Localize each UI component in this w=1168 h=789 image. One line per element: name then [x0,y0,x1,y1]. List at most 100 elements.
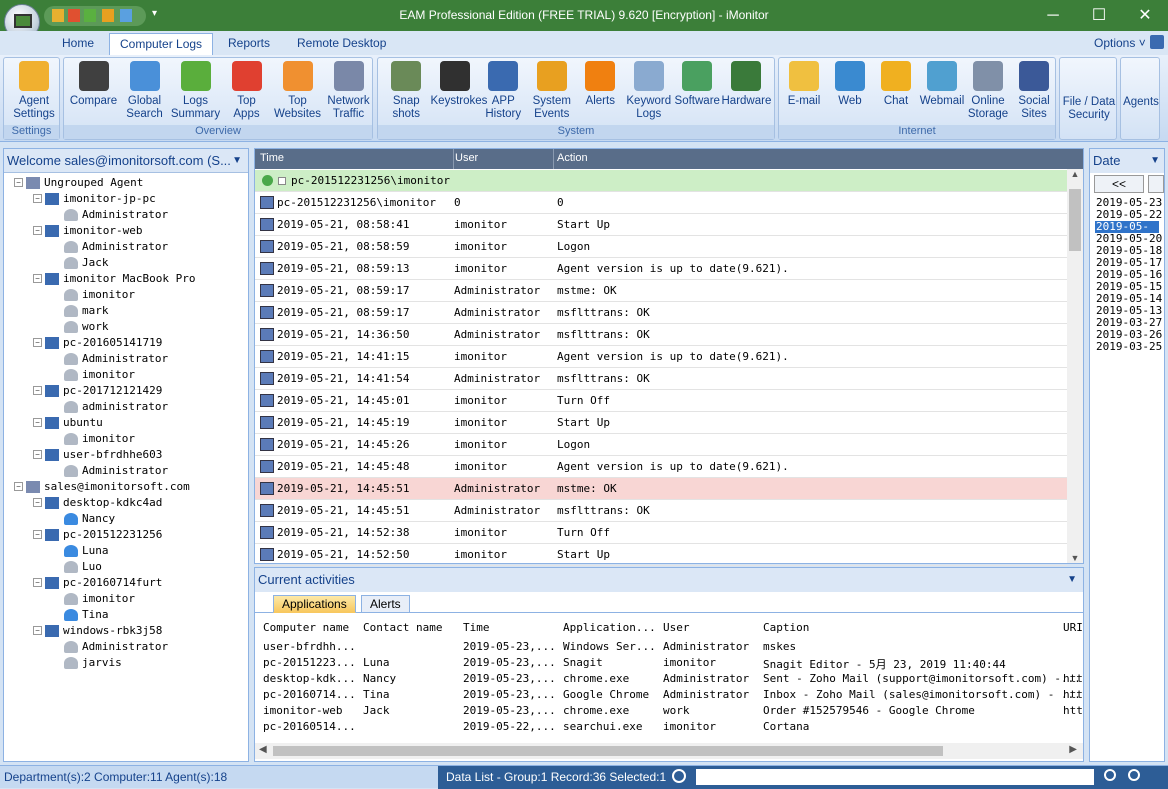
scroll-thumb[interactable] [273,746,943,756]
tree-node[interactable]: Luna [64,543,109,559]
ribbon-button-alerts[interactable]: Alerts [576,61,625,108]
activity-column-header[interactable]: Computer name [263,621,349,634]
next-dates-button[interactable] [1148,175,1164,193]
ribbon-button-webmail[interactable]: Webmail [919,61,965,108]
table-row[interactable]: 2019-05-21, 14:45:48 imonitor Agent versio… [255,456,1067,478]
tree-node[interactable]: imonitor [64,287,135,303]
tree-node[interactable]: imonitor MacBook Pro [45,271,195,287]
tree-node[interactable]: administrator [64,399,168,415]
ribbon-button-file-data[interactable]: File / Data Security [1060,96,1118,122]
tree-node[interactable]: desktop-kdkc4ad [45,495,162,511]
tree-node[interactable]: Administrator [64,239,168,255]
expand-toggle[interactable]: − [33,626,42,635]
tree-node[interactable]: sales@imonitorsoft.com [26,479,190,495]
tree-node[interactable]: imonitor-web [45,223,142,239]
expand-toggle[interactable]: − [14,178,23,187]
ribbon-button-e-mail[interactable]: E-mail [781,61,827,108]
activity-column-header[interactable]: Time [463,621,490,634]
ribbon-button-software[interactable]: Software [673,61,722,108]
activity-column-header[interactable]: Application... [563,621,656,634]
ribbon-button-logs-summary[interactable]: Logs Summary [170,61,221,121]
activity-column-header[interactable]: Contact name [363,621,442,634]
dropdown-arrow-icon[interactable]: ▼ [232,149,242,173]
zoom-in-icon[interactable] [1104,769,1116,781]
expand-toggle[interactable]: − [33,386,42,395]
tree-node[interactable]: pc-201605141719 [45,335,162,351]
table-row[interactable]: 2019-05-21, 08:59:17 Administrator mstme: … [255,280,1067,302]
tree-node[interactable]: Luo [64,559,102,575]
table-row[interactable]: 2019-05-21, 14:36:50 Administrator msflttr… [255,324,1067,346]
ribbon-button-top-websites[interactable]: Top Websites [272,61,323,121]
tree-node[interactable]: pc-201712121429 [45,383,162,399]
activities-header[interactable]: Current activities ▼ [255,568,1083,592]
tab-home[interactable]: Home [52,33,104,55]
table-row[interactable]: 2019-05-21, 14:45:01 imonitor Turn Off [255,390,1067,412]
scroll-left-icon[interactable]: ◀ [259,744,267,755]
tab-remote-desktop[interactable]: Remote Desktop [287,33,396,55]
scroll-thumb[interactable] [1069,189,1081,251]
ribbon-button-top-apps[interactable]: Top Apps [221,61,272,121]
table-row[interactable]: 2019-05-21, 14:45:51 Administrator msflttr… [255,500,1067,522]
dropdown-arrow-icon[interactable]: ▼ [1150,149,1160,173]
table-row[interactable]: pc-201512231256\imonitor 0 0 [255,192,1067,214]
col-user[interactable]: User [455,152,478,164]
activity-column-header[interactable]: User [663,621,690,634]
expand-toggle[interactable]: − [14,482,23,491]
scroll-up-icon[interactable]: ▲ [1067,169,1083,179]
ribbon-button-keystrokes[interactable]: Keystrokes [431,61,487,108]
tree-node[interactable]: ubuntu [45,415,103,431]
tree-node[interactable]: Administrator [64,463,168,479]
ribbon-button-social-sites[interactable]: Social Sites [1011,61,1057,121]
activity-column-header[interactable]: URI [1063,621,1083,634]
ribbon-button-system-events[interactable]: System Events [528,61,577,121]
activity-column-header[interactable]: Caption [763,621,809,634]
ribbon-button-web[interactable]: Web [827,61,873,108]
table-row[interactable]: 2019-05-21, 14:45:26 imonitor Logon [255,434,1067,456]
table-row[interactable]: 2019-05-21, 08:59:17 Administrator msflttr… [255,302,1067,324]
tree-node[interactable]: pc-20160714furt [45,575,162,591]
tree-node[interactable]: Jack [64,255,109,271]
vertical-scrollbar[interactable]: ▲ ▼ [1067,169,1083,563]
tree-node[interactable]: Administrator [64,351,168,367]
expand-toggle[interactable]: − [33,578,42,587]
ribbon-button-network-traffic[interactable]: Network Traffic [323,61,374,121]
scroll-right-icon[interactable]: ▶ [1069,744,1077,755]
tree-node[interactable]: Ungrouped Agent [26,175,143,191]
table-row[interactable]: 2019-05-21, 08:59:13 imonitor Agent versio… [255,258,1067,280]
tree-node[interactable]: windows-rbk3j58 [45,623,162,639]
tree-node[interactable]: imonitor [64,431,135,447]
table-row[interactable]: 2019-05-21, 14:52:38 imonitor Turn Off [255,522,1067,544]
ribbon-button-agents[interactable]: Agents [1121,96,1161,109]
tree-node[interactable]: pc-201512231256 [45,527,162,543]
expand-toggle[interactable]: − [33,418,42,427]
ribbon-button-keyword-logs[interactable]: Keyword Logs [625,61,674,121]
tree-node[interactable]: imonitor [64,591,135,607]
table-row[interactable]: 2019-05-21, 14:41:54 Administrator msflttr… [255,368,1067,390]
tab-alerts[interactable]: Alerts [361,595,410,613]
ribbon-button-hardware[interactable]: Hardware [722,61,771,108]
expand-toggle[interactable]: − [33,530,42,539]
ribbon-button-app-history[interactable]: APP History [479,61,528,121]
table-row[interactable]: 2019-05-21, 14:45:19 imonitor Start Up [255,412,1067,434]
date-item[interactable]: 2019-03-25 [1096,341,1162,353]
table-row[interactable]: 2019-05-21, 14:45:51 Administrator mstme: … [255,478,1067,500]
expand-toggle[interactable]: − [33,274,42,283]
collapse-icon[interactable] [278,177,286,185]
minimize-button[interactable]: ─ [1030,0,1076,31]
ribbon-button-global-search[interactable]: Global Search [119,61,170,121]
table-row[interactable]: 2019-05-21, 14:52:50 imonitor Start Up [255,544,1067,566]
tree-node[interactable]: work [64,319,109,335]
ribbon-button-online-storage[interactable]: Online Storage [965,61,1011,121]
tab-reports[interactable]: Reports [218,33,280,55]
table-row[interactable]: 2019-05-21, 08:58:59 imonitor Logon [255,236,1067,258]
table-row[interactable]: 2019-05-21, 14:41:15 imonitor Agent versio… [255,346,1067,368]
expand-toggle[interactable]: − [33,450,42,459]
zoom-out-icon[interactable] [1128,769,1140,781]
close-button[interactable]: ✕ [1122,0,1168,31]
help-icon[interactable] [1150,35,1164,49]
tree-node[interactable]: Tina [64,607,109,623]
tree-header[interactable]: Welcome sales@imonitorsoft.com (S... ▼ [4,149,248,173]
prev-dates-button[interactable]: << [1094,175,1144,193]
maximize-button[interactable]: ☐ [1076,0,1122,31]
ribbon-button-agent-settings[interactable]: Agent Settings [8,61,60,121]
